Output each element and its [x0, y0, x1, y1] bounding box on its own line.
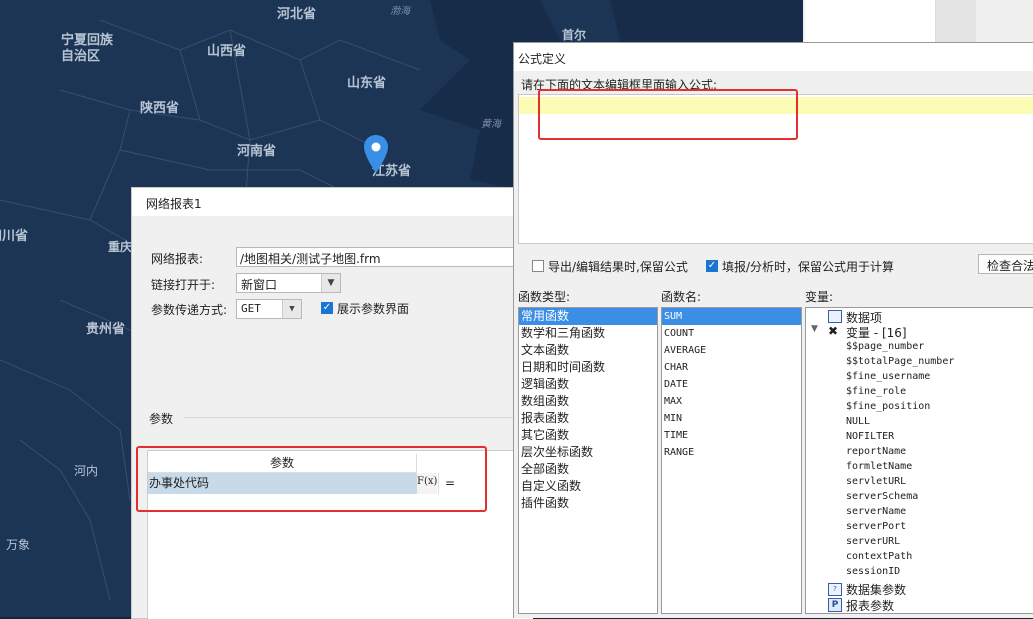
- check-formula-button[interactable]: 检查合法: [978, 254, 1033, 274]
- list-item[interactable]: CHAR: [662, 359, 801, 376]
- params-section-title: 参数: [149, 412, 174, 426]
- show-params-checkbox[interactable]: ✓: [321, 302, 333, 314]
- annotation-highlight-box: [538, 89, 798, 140]
- list-item[interactable]: AVERAGE: [662, 342, 801, 359]
- list-item[interactable]: RANGE: [662, 444, 801, 461]
- list-item[interactable]: 日期和时间函数: [519, 359, 657, 376]
- annotation-highlight-box: [136, 446, 487, 512]
- map-label: 山东省: [347, 76, 387, 91]
- tree-node-variables[interactable]: 变量 - [16]: [846, 324, 907, 341]
- map-label: 四川省: [0, 229, 28, 244]
- list-item[interactable]: 其它函数: [519, 427, 657, 444]
- map-label: 陕西省: [140, 101, 180, 116]
- variable-item[interactable]: serverPort: [846, 521, 906, 532]
- dialog-title: 公式定义: [518, 52, 567, 66]
- keep-formula-export-label: 导出/编辑结果时,保留公式: [548, 260, 688, 274]
- list-item[interactable]: 数组函数: [519, 393, 657, 410]
- report-label: 网络报表:: [151, 252, 204, 266]
- variable-item[interactable]: serverSchema: [846, 491, 918, 502]
- variable-item[interactable]: reportName: [846, 446, 906, 457]
- func-type-list[interactable]: 常用函数 数学和三角函数 文本函数 日期和时间函数 逻辑函数 数组函数 报表函数…: [518, 307, 658, 614]
- list-item[interactable]: COUNT: [662, 325, 801, 342]
- variable-item[interactable]: formletName: [846, 461, 912, 472]
- map-label: 渤海: [390, 6, 410, 17]
- variable-item[interactable]: serverURL: [846, 536, 900, 547]
- variable-item[interactable]: $fine_username: [846, 371, 930, 382]
- dialog-title-bar[interactable]: 网络报表1: [132, 188, 532, 216]
- variables-icon: ✖: [828, 324, 839, 338]
- list-item[interactable]: 全部函数: [519, 461, 657, 478]
- map-label: 河北省: [277, 7, 317, 22]
- list-item[interactable]: 数学和三角函数: [519, 325, 657, 342]
- param-method-label: 参数传递方式:: [151, 303, 228, 317]
- tree-collapse-icon[interactable]: ▼: [811, 324, 818, 334]
- variable-item[interactable]: $fine_role: [846, 386, 906, 397]
- map-label: 黄海: [481, 119, 501, 130]
- list-item[interactable]: 自定义函数: [519, 478, 657, 495]
- dataset-params-icon: ?: [828, 583, 842, 596]
- keep-formula-fill-label: 填报/分析时，保留公式用于计算: [722, 260, 895, 274]
- param-method-select[interactable]: GET ▼: [236, 299, 302, 319]
- report-params-icon: P: [828, 598, 842, 612]
- show-params-label: 展示参数界面: [337, 302, 410, 316]
- data-items-icon: [828, 310, 842, 323]
- map-label: 重庆: [108, 240, 133, 254]
- func-name-list[interactable]: SUM COUNT AVERAGE CHAR DATE MAX MIN TIME…: [661, 307, 802, 614]
- net-report-dialog: 网络报表1 网络报表: /地图相关/测试子地图.frm 链接打开于: 新窗口 ▼…: [131, 187, 533, 619]
- variable-item[interactable]: contextPath: [846, 551, 912, 562]
- report-path-field[interactable]: /地图相关/测试子地图.frm: [236, 247, 526, 267]
- list-item[interactable]: 文本函数: [519, 342, 657, 359]
- dialog-title-bar[interactable]: 公式定义: [514, 43, 1033, 71]
- map-label: 山西省: [207, 44, 247, 59]
- list-item[interactable]: 层次坐标函数: [519, 444, 657, 461]
- list-item[interactable]: 常用函数: [519, 308, 657, 325]
- dialog-title: 网络报表1: [146, 197, 202, 211]
- variable-item[interactable]: $fine_position: [846, 401, 930, 412]
- list-item[interactable]: SUM: [662, 308, 801, 325]
- keep-formula-export-checkbox[interactable]: [532, 260, 544, 272]
- keep-formula-fill-checkbox[interactable]: ✓: [706, 260, 718, 272]
- variable-header: 变量:: [805, 290, 834, 304]
- chevron-down-icon[interactable]: ▼: [282, 300, 301, 318]
- list-item[interactable]: 报表函数: [519, 410, 657, 427]
- variable-item[interactable]: serverName: [846, 506, 906, 517]
- link-open-select[interactable]: 新窗口 ▼: [236, 273, 341, 293]
- link-open-value: 新窗口: [241, 278, 278, 292]
- list-item[interactable]: 插件函数: [519, 495, 657, 512]
- link-open-label: 链接打开于:: [151, 278, 216, 292]
- tree-node-dataset-params[interactable]: 数据集参数: [846, 581, 906, 598]
- variable-item[interactable]: NOFILTER: [846, 431, 894, 442]
- variable-item[interactable]: servletURL: [846, 476, 906, 487]
- background-pane: [805, 0, 936, 45]
- variable-item[interactable]: $$totalPage_number: [846, 356, 954, 367]
- section-divider: [184, 417, 529, 418]
- list-item[interactable]: MAX: [662, 393, 801, 410]
- variable-item[interactable]: $$page_number: [846, 341, 924, 352]
- background-pane: [936, 0, 976, 44]
- list-item[interactable]: MIN: [662, 410, 801, 427]
- map-pin-icon[interactable]: [363, 134, 389, 174]
- map-label: 河内: [74, 464, 99, 478]
- map-label: 河南省: [237, 144, 277, 159]
- list-item[interactable]: TIME: [662, 427, 801, 444]
- param-method-value: GET: [241, 302, 261, 315]
- map-label: 贵州省: [86, 322, 126, 337]
- variable-tree[interactable]: 数据项 ▼ ✖ 变量 - [16] $$page_number $$totalP…: [805, 307, 1033, 614]
- list-item[interactable]: 逻辑函数: [519, 376, 657, 393]
- map-label: 万象: [6, 538, 31, 552]
- chevron-down-icon[interactable]: ▼: [321, 274, 340, 292]
- list-item[interactable]: DATE: [662, 376, 801, 393]
- variable-item[interactable]: sessionID: [846, 566, 900, 577]
- tree-node-report-params[interactable]: 报表参数: [846, 597, 894, 613]
- map-label: 宁夏回族自治区: [61, 33, 114, 64]
- func-name-header: 函数名:: [661, 290, 702, 304]
- map-label: 首尔: [562, 28, 587, 42]
- variable-item[interactable]: NULL: [846, 416, 870, 427]
- func-type-header: 函数类型:: [518, 290, 571, 304]
